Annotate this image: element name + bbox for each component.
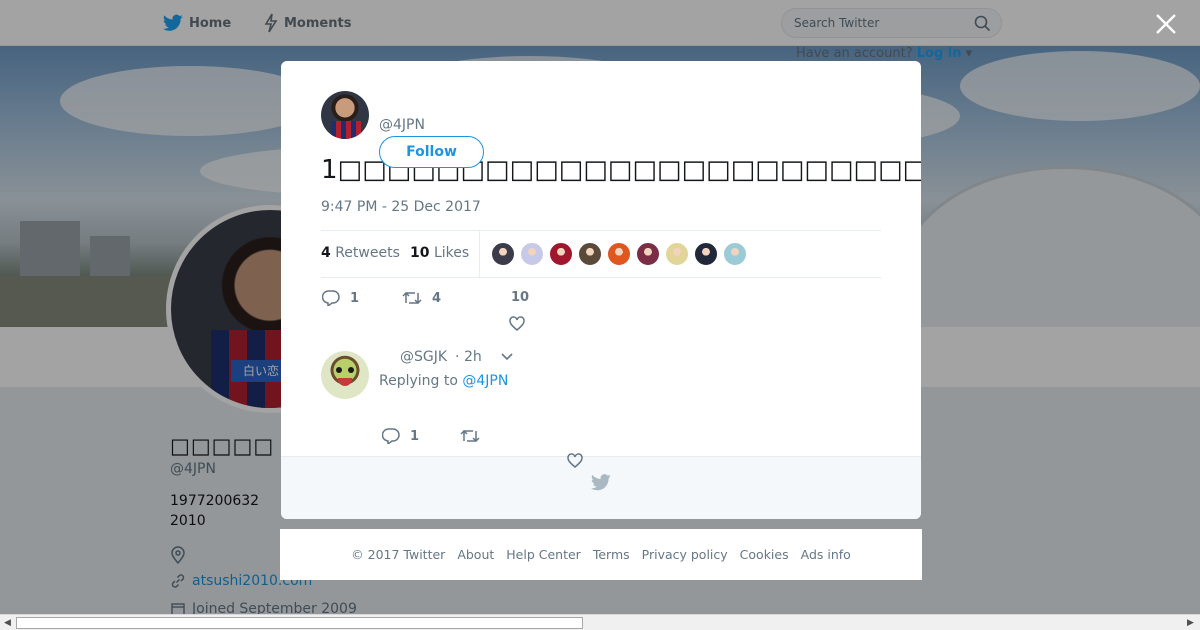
- replying-to-link[interactable]: @4JPN: [462, 373, 508, 389]
- reply-time[interactable]: · 2h: [455, 349, 482, 365]
- follow-button[interactable]: Follow: [379, 136, 484, 168]
- reply-retweet-action[interactable]: [460, 428, 490, 444]
- liker-avatar[interactable]: [578, 242, 602, 266]
- reply-reply-count: 1: [410, 428, 420, 444]
- scrollbar-thumb[interactable]: [16, 617, 583, 629]
- heart-icon[interactable]: [509, 316, 525, 332]
- likes-stat[interactable]: 10 Likes: [410, 245, 469, 261]
- chevron-down-icon[interactable]: [500, 352, 514, 362]
- reply-header: @SGJK · 2h: [400, 349, 514, 365]
- reply-icon: [382, 428, 400, 444]
- close-icon[interactable]: [1154, 12, 1178, 36]
- tweet-modal: @4JPN 1□□□□□□□□□□□□□□□□□□□□□□□□□U-23 AFC…: [281, 61, 921, 519]
- heart-icon[interactable]: [567, 453, 583, 469]
- like-count: 10: [511, 290, 530, 305]
- replying-to: Replying to @4JPN: [379, 373, 508, 389]
- retweets-stat[interactable]: 4 Retweets: [321, 245, 400, 261]
- tweet-author-handle[interactable]: @4JPN: [379, 117, 425, 133]
- liker-avatar[interactable]: [491, 242, 515, 266]
- twitter-bird-icon: [591, 474, 611, 491]
- modal-footer: [281, 456, 921, 519]
- retweet-action[interactable]: 4: [402, 290, 441, 306]
- liker-avatar[interactable]: [549, 242, 573, 266]
- retweet-icon: [460, 429, 480, 443]
- liker-avatar[interactable]: [520, 242, 544, 266]
- footer-link-terms[interactable]: Terms: [593, 547, 630, 562]
- tweet-stats: 4 Retweets 10 Likes: [321, 230, 881, 278]
- like-count-label: 10: [511, 290, 529, 305]
- tweet-author-avatar[interactable]: [321, 91, 369, 139]
- footer-copyright: © 2017 Twitter: [351, 547, 446, 562]
- reply-icon: [322, 290, 340, 306]
- footer-link-cookies[interactable]: Cookies: [740, 547, 789, 562]
- likes-count: 10: [410, 245, 430, 261]
- liker-avatar[interactable]: [694, 242, 718, 266]
- footer-link-about[interactable]: About: [457, 547, 494, 562]
- likes-label: Likes: [433, 245, 470, 261]
- liker-avatar[interactable]: [723, 242, 747, 266]
- liker-avatar[interactable]: [607, 242, 631, 266]
- replying-prefix: Replying to: [379, 373, 458, 389]
- liker-avatar[interactable]: [636, 242, 660, 266]
- retweets-count: 4: [321, 245, 331, 261]
- retweet-count: 4: [432, 290, 442, 306]
- site-footer: © 2017 Twitter About Help Center Terms P…: [280, 529, 922, 580]
- footer-link-ads-info[interactable]: Ads info: [801, 547, 851, 562]
- reply-action[interactable]: 1: [322, 290, 359, 306]
- footer-link-privacy[interactable]: Privacy policy: [642, 547, 728, 562]
- reply-reply-action[interactable]: 1: [382, 428, 419, 444]
- tweet-timestamp[interactable]: 9:47 PM - 25 Dec 2017: [321, 199, 481, 215]
- retweet-icon: [402, 291, 422, 305]
- horizontal-scrollbar[interactable]: ◀ ▶: [0, 614, 1200, 630]
- footer-link-help-center[interactable]: Help Center: [506, 547, 581, 562]
- liker-avatar[interactable]: [665, 242, 689, 266]
- retweets-label: Retweets: [335, 245, 400, 261]
- scroll-right-arrow-icon[interactable]: ▶: [1187, 618, 1194, 628]
- reply-count: 1: [350, 290, 360, 306]
- reply-author-handle[interactable]: @SGJK: [400, 349, 447, 365]
- scroll-left-arrow-icon[interactable]: ◀: [4, 618, 11, 628]
- reply-author-avatar[interactable]: [321, 351, 369, 399]
